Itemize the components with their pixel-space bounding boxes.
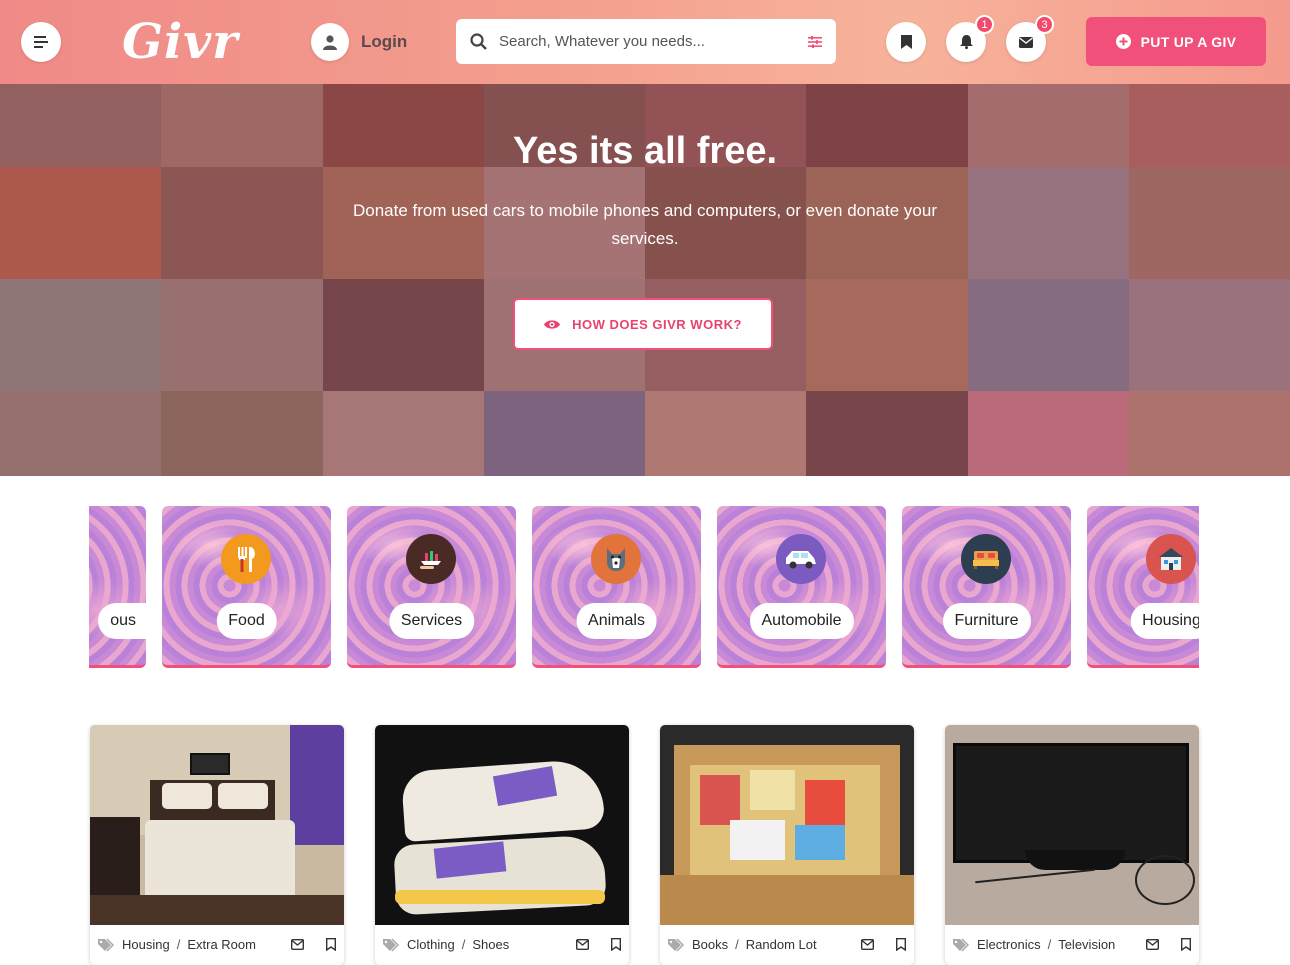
bookmark-icon [900,35,912,49]
tag-icon [668,937,684,952]
user-icon [323,34,337,50]
messages-badge: 3 [1035,15,1054,34]
category-label: Services [388,603,475,639]
put-up-giv-button[interactable]: PUT UP A GIV [1086,17,1266,66]
category-card-animals[interactable]: Animals [532,506,701,668]
category-card-automobile[interactable]: Automobile [717,506,886,668]
listing-meta: Housing / Extra Room [98,937,336,952]
message-icon[interactable] [576,939,589,950]
listing-category[interactable]: Clothing [407,937,455,952]
category-card-housing[interactable]: Housing [1087,506,1199,668]
category-label: Housing [1130,603,1199,639]
category-label: Furniture [942,603,1031,639]
bookmark-icon[interactable] [326,938,336,951]
category-label: ous [98,603,146,639]
listing-subcategory[interactable]: Extra Room [187,937,256,952]
hero-title: Yes its all free. [512,130,778,172]
hero-banner: Yes its all free. Donate from used cars … [0,84,1290,476]
listing-category[interactable]: Electronics [977,937,1041,952]
message-icon[interactable] [291,939,304,950]
breadcrumb-separator: / [1047,937,1052,952]
listing-photo-food-box[interactable] [660,725,914,925]
how-it-works-button[interactable]: HOW DOES GIVR WORK? [513,298,773,350]
dog-icon [591,534,641,584]
listing-subcategory[interactable]: Random Lot [746,937,817,952]
category-card-furniture[interactable]: Furniture [902,506,1071,668]
search-icon [470,33,487,50]
bookmark-icon[interactable] [611,938,621,951]
cutlery-icon [221,534,271,584]
house-icon [1146,534,1196,584]
category-carousel: ous Food Services Animals Automobile Fur… [89,506,1199,670]
tag-icon [383,937,399,952]
filter-icon[interactable] [808,35,822,48]
saved-button[interactable] [886,22,926,62]
listing-card[interactable]: Clothing / Shoes [375,725,629,965]
car-icon [776,534,826,584]
listing-subcategory[interactable]: Television [1058,937,1115,952]
tag-icon [98,937,114,952]
top-header: Givr Login 1 3 PUT UP A GIV [0,0,1290,84]
user-avatar [311,23,349,61]
how-it-works-label: HOW DOES GIVR WORK? [572,316,742,332]
search-bar [456,19,836,64]
listing-photo-sneakers[interactable] [375,725,629,925]
envelope-icon [1019,36,1033,48]
message-icon[interactable] [1146,939,1159,950]
bell-icon [959,35,973,49]
search-input[interactable] [499,33,808,50]
listing-photo-bedroom[interactable] [90,725,344,925]
category-card-services[interactable]: Services [347,506,516,668]
notifications-button[interactable]: 1 [946,15,994,62]
notifications-badge: 1 [975,15,994,34]
listing-meta: Electronics / Television [953,937,1191,952]
category-card-food[interactable]: Food [162,506,331,668]
messages-button[interactable]: 3 [1006,15,1054,62]
breadcrumb-separator: / [176,937,181,952]
listing-card[interactable]: Housing / Extra Room [90,725,344,965]
hero-subtitle: Donate from used cars to mobile phones a… [352,201,937,248]
category-label: Automobile [749,603,854,639]
givr-logo[interactable]: Givr [122,14,238,70]
menu-button[interactable] [21,22,61,62]
breadcrumb-separator: / [461,937,466,952]
listing-photo-television[interactable] [945,725,1199,925]
tag-icon [953,937,969,952]
category-label: Food [216,603,277,639]
listing-card[interactable]: Electronics / Television [945,725,1199,965]
category-label: Animals [576,603,657,639]
listing-category[interactable]: Housing [122,937,170,952]
bookmark-icon[interactable] [896,938,906,951]
put-up-giv-label: PUT UP A GIV [1140,33,1237,50]
serving-tray-icon [406,534,456,584]
bookmark-icon[interactable] [1181,938,1191,951]
listing-category[interactable]: Books [692,937,728,952]
menu-icon [34,36,48,48]
listing-subcategory[interactable]: Shoes [472,937,509,952]
login-label: Login [361,32,408,51]
eye-icon [544,319,561,329]
breadcrumb-separator: / [735,937,739,952]
message-icon[interactable] [861,939,874,950]
listing-meta: Books / Random Lot [668,937,906,952]
listing-meta: Clothing / Shoes [383,937,621,952]
bed-icon [961,534,1011,584]
listing-card[interactable]: Books / Random Lot [660,725,914,965]
plus-circle-icon [1115,34,1131,49]
login-link[interactable]: Login [311,23,407,61]
category-card-miscellaneous[interactable]: ous [89,506,146,668]
